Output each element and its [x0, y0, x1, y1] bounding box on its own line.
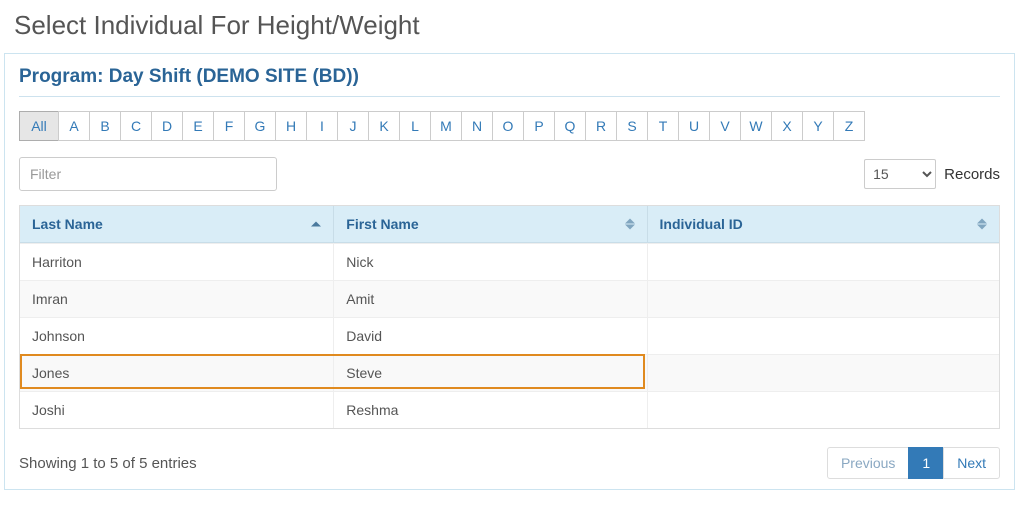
- cell-last: Harriton: [20, 243, 333, 280]
- alpha-filter-y[interactable]: Y: [802, 111, 834, 141]
- alpha-filter-a[interactable]: A: [58, 111, 90, 141]
- table-wrap: Last Name First Name Individual ID Harri…: [19, 205, 1000, 429]
- alpha-filter-g[interactable]: G: [244, 111, 276, 141]
- alpha-filter-all[interactable]: All: [19, 111, 59, 141]
- individuals-table: Last Name First Name Individual ID Harri…: [19, 205, 1000, 429]
- alpha-filter-v[interactable]: V: [709, 111, 741, 141]
- program-heading: Program: Day Shift (DEMO SITE (BD)): [19, 66, 1000, 97]
- cell-last: Johnson: [20, 317, 333, 354]
- alpha-filter-row: AllABCDEFGHIJKLMNOPQRSTUVWXYZ: [19, 111, 1000, 141]
- records-control: 152550100 Records: [864, 159, 1000, 189]
- records-label: Records: [944, 166, 1000, 183]
- alpha-filter-o[interactable]: O: [492, 111, 524, 141]
- alpha-filter-x[interactable]: X: [771, 111, 803, 141]
- col-label: Last Name: [32, 216, 103, 232]
- controls-row: 152550100 Records: [19, 157, 1000, 191]
- pager-prev[interactable]: Previous: [827, 447, 909, 479]
- filter-input[interactable]: [19, 157, 277, 191]
- sort-asc-icon: [311, 222, 321, 227]
- alpha-filter-u[interactable]: U: [678, 111, 710, 141]
- pager-next[interactable]: Next: [943, 447, 1000, 479]
- alpha-filter-h[interactable]: H: [275, 111, 307, 141]
- alpha-filter-w[interactable]: W: [740, 111, 772, 141]
- alpha-filter-d[interactable]: D: [151, 111, 183, 141]
- alpha-filter-b[interactable]: B: [89, 111, 121, 141]
- alpha-filter-l[interactable]: L: [399, 111, 431, 141]
- alpha-filter-t[interactable]: T: [647, 111, 679, 141]
- cell-first: Amit: [333, 280, 646, 317]
- alpha-filter-s[interactable]: S: [616, 111, 648, 141]
- alpha-filter-r[interactable]: R: [585, 111, 617, 141]
- entries-info: Showing 1 to 5 of 5 entries: [19, 455, 197, 472]
- cell-id: [647, 354, 999, 391]
- alpha-filter-m[interactable]: M: [430, 111, 462, 141]
- col-last-name[interactable]: Last Name: [20, 206, 333, 243]
- col-label: First Name: [346, 216, 418, 232]
- alpha-filter-e[interactable]: E: [182, 111, 214, 141]
- cell-first: Steve: [333, 354, 646, 391]
- cell-last: Imran: [20, 280, 333, 317]
- alpha-filter-z[interactable]: Z: [833, 111, 865, 141]
- cell-last: Joshi: [20, 391, 333, 428]
- cell-first: David: [333, 317, 646, 354]
- alpha-filter-j[interactable]: J: [337, 111, 369, 141]
- alpha-filter-q[interactable]: Q: [554, 111, 586, 141]
- alpha-filter-n[interactable]: N: [461, 111, 493, 141]
- cell-id: [647, 243, 999, 280]
- cell-id: [647, 391, 999, 428]
- sort-both-icon: [977, 219, 987, 230]
- table-footer: Showing 1 to 5 of 5 entries Previous1Nex…: [19, 447, 1000, 479]
- col-first-name[interactable]: First Name: [333, 206, 646, 243]
- col-individual-id[interactable]: Individual ID: [647, 206, 999, 243]
- cell-first: Reshma: [333, 391, 646, 428]
- table-row[interactable]: JoshiReshma: [20, 391, 999, 428]
- table-row[interactable]: JohnsonDavid: [20, 317, 999, 354]
- alpha-filter-p[interactable]: P: [523, 111, 555, 141]
- records-select[interactable]: 152550100: [864, 159, 936, 189]
- alpha-filter-i[interactable]: I: [306, 111, 338, 141]
- pager-page-1[interactable]: 1: [908, 447, 944, 479]
- alpha-filter-f[interactable]: F: [213, 111, 245, 141]
- cell-id: [647, 280, 999, 317]
- cell-last: Jones: [20, 354, 333, 391]
- sort-both-icon: [625, 219, 635, 230]
- alpha-filter-k[interactable]: K: [368, 111, 400, 141]
- col-label: Individual ID: [660, 216, 743, 232]
- alpha-filter-c[interactable]: C: [120, 111, 152, 141]
- table-row[interactable]: HarritonNick: [20, 243, 999, 280]
- page-title: Select Individual For Height/Weight: [14, 10, 1019, 41]
- cell-first: Nick: [333, 243, 646, 280]
- table-row[interactable]: JonesSteve: [20, 354, 999, 391]
- pager: Previous1Next: [827, 447, 1000, 479]
- cell-id: [647, 317, 999, 354]
- table-row[interactable]: ImranAmit: [20, 280, 999, 317]
- main-panel: Program: Day Shift (DEMO SITE (BD)) AllA…: [4, 53, 1015, 490]
